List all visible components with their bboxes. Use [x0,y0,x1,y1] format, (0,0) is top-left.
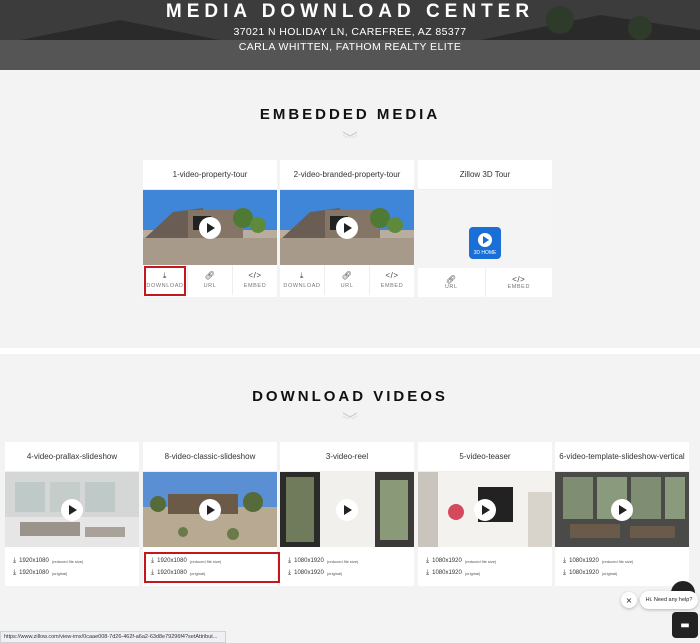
play-icon[interactable] [61,498,83,521]
card-title: 2-video-branded-property-tour [280,160,414,190]
code-icon: </> [512,275,526,284]
video-thumbnail[interactable] [143,190,277,265]
zillow-3d-home-logo-icon: 3D HOME [469,226,501,259]
embed-button[interactable]: </> EMBED [370,265,414,295]
video-thumbnail[interactable] [280,190,414,265]
download-link-original[interactable]: ⤓ 1920x1080 (original) [5,567,139,579]
embed-button[interactable]: </> EMBED [486,268,553,297]
card-title: 4-video-prallax-slideshow [5,442,139,472]
download-card-prallax-slideshow: 4-video-prallax-slideshow ⤓ 1920x1080 (red… [5,442,139,586]
download-icon: ⤓ [426,557,430,564]
download-icon: ⤓ [563,569,567,576]
chat-close-icon[interactable]: × [621,592,637,608]
video-thumbnail[interactable] [143,472,277,547]
section-divider [0,348,700,354]
play-icon[interactable] [336,216,358,239]
property-address: 37021 N HOLIDAY LN, CAREFREE, AZ 85377 [233,26,467,38]
link-icon: 🔗︎ [341,271,353,280]
browser-status-url: https://www.zillow.com/view-imx/0caae008… [0,631,226,643]
page-title: MEDIA DOWNLOAD CENTER [165,1,535,22]
link-icon: 🔗︎ [204,271,216,280]
download-link-original[interactable]: ⤓ 1080x1920 (original) [418,567,552,579]
card-title: 5-video-teaser [418,442,552,472]
code-icon: </> [248,271,262,280]
highlight-box-download [144,266,186,296]
download-card-reel: 3-video-reel ⤓ 1080x1920 (reduced file siz… [280,442,414,586]
chat-icon: ▬ [680,619,690,631]
zillow-actions: 🔗︎ URL </> EMBED [418,268,552,297]
video-thumbnail[interactable] [5,472,139,547]
url-button[interactable]: 🔗︎ URL [325,265,370,295]
play-icon[interactable] [611,498,633,521]
video-thumbnail[interactable] [280,472,414,547]
agent-name: CARLA WHITTEN, FATHOM REALTY ELITE [238,41,462,53]
embedded-card-branded-tour: 2-video-branded-property-tour ⤓ DOWNLOAD … [280,160,414,297]
section-divider-icon [342,412,358,419]
download-icon: ⤓ [13,569,17,576]
download-link-original[interactable]: ⤓ 1080x1920 (original) [555,567,689,579]
card-title: 3-video-reel [280,442,414,472]
card-title: Zillow 3D Tour [418,160,552,190]
download-link-reduced[interactable]: ⤓ 1080x1920 (reduced file size) [555,555,689,567]
url-button[interactable]: 🔗︎ URL [188,265,233,295]
play-icon[interactable] [199,216,221,239]
play-icon[interactable] [336,498,358,521]
download-card-teaser: 5-video-teaser ⤓ 1080x1920 (reduced file s… [418,442,552,586]
download-icon: ⤓ [563,557,567,564]
hero-banner: MEDIA DOWNLOAD CENTER 37021 N HOLIDAY LN… [0,0,700,70]
download-button[interactable]: ⤓ DOWNLOAD [280,265,325,295]
card-title: 8-video-classic-slideshow [143,442,277,472]
download-card-template-vertical: 6-video-template-slideshow-vertical ⤓ 108… [555,442,689,586]
play-icon[interactable] [474,498,496,521]
download-icon: ⤓ [288,569,292,576]
highlight-box-classic-downloads [144,552,280,583]
url-button[interactable]: 🔗︎ URL [418,268,486,297]
embedded-media-heading: EMBEDDED MEDIA [259,106,441,123]
video-thumbnail[interactable] [555,472,689,547]
download-icon: ⤓ [299,271,305,280]
download-icon: ⤓ [13,557,17,564]
chat-greeting[interactable]: Hi. Need any help? [640,591,698,609]
download-link-reduced[interactable]: ⤓ 1080x1920 (reduced file size) [280,555,414,567]
section-divider-icon [342,131,358,138]
code-icon: </> [385,271,399,280]
video-thumbnail[interactable] [418,472,552,547]
download-icon: ⤓ [288,557,292,564]
download-icon: ⤓ [426,569,430,576]
chat-button[interactable]: ▬ [672,612,698,638]
link-icon: 🔗︎ [445,275,457,284]
download-link-original[interactable]: ⤓ 1080x1920 (original) [280,567,414,579]
card-title: 6-video-template-slideshow-vertical [555,442,689,472]
download-link-reduced[interactable]: ⤓ 1920x1080 (reduced file size) [5,555,139,567]
embed-button[interactable]: </> EMBED [233,265,277,295]
card-title: 1-video-property-tour [143,160,277,190]
download-videos-heading: DOWNLOAD VIDEOS [252,388,448,405]
download-link-reduced[interactable]: ⤓ 1080x1920 (reduced file size) [418,555,552,567]
play-icon[interactable] [199,498,221,521]
